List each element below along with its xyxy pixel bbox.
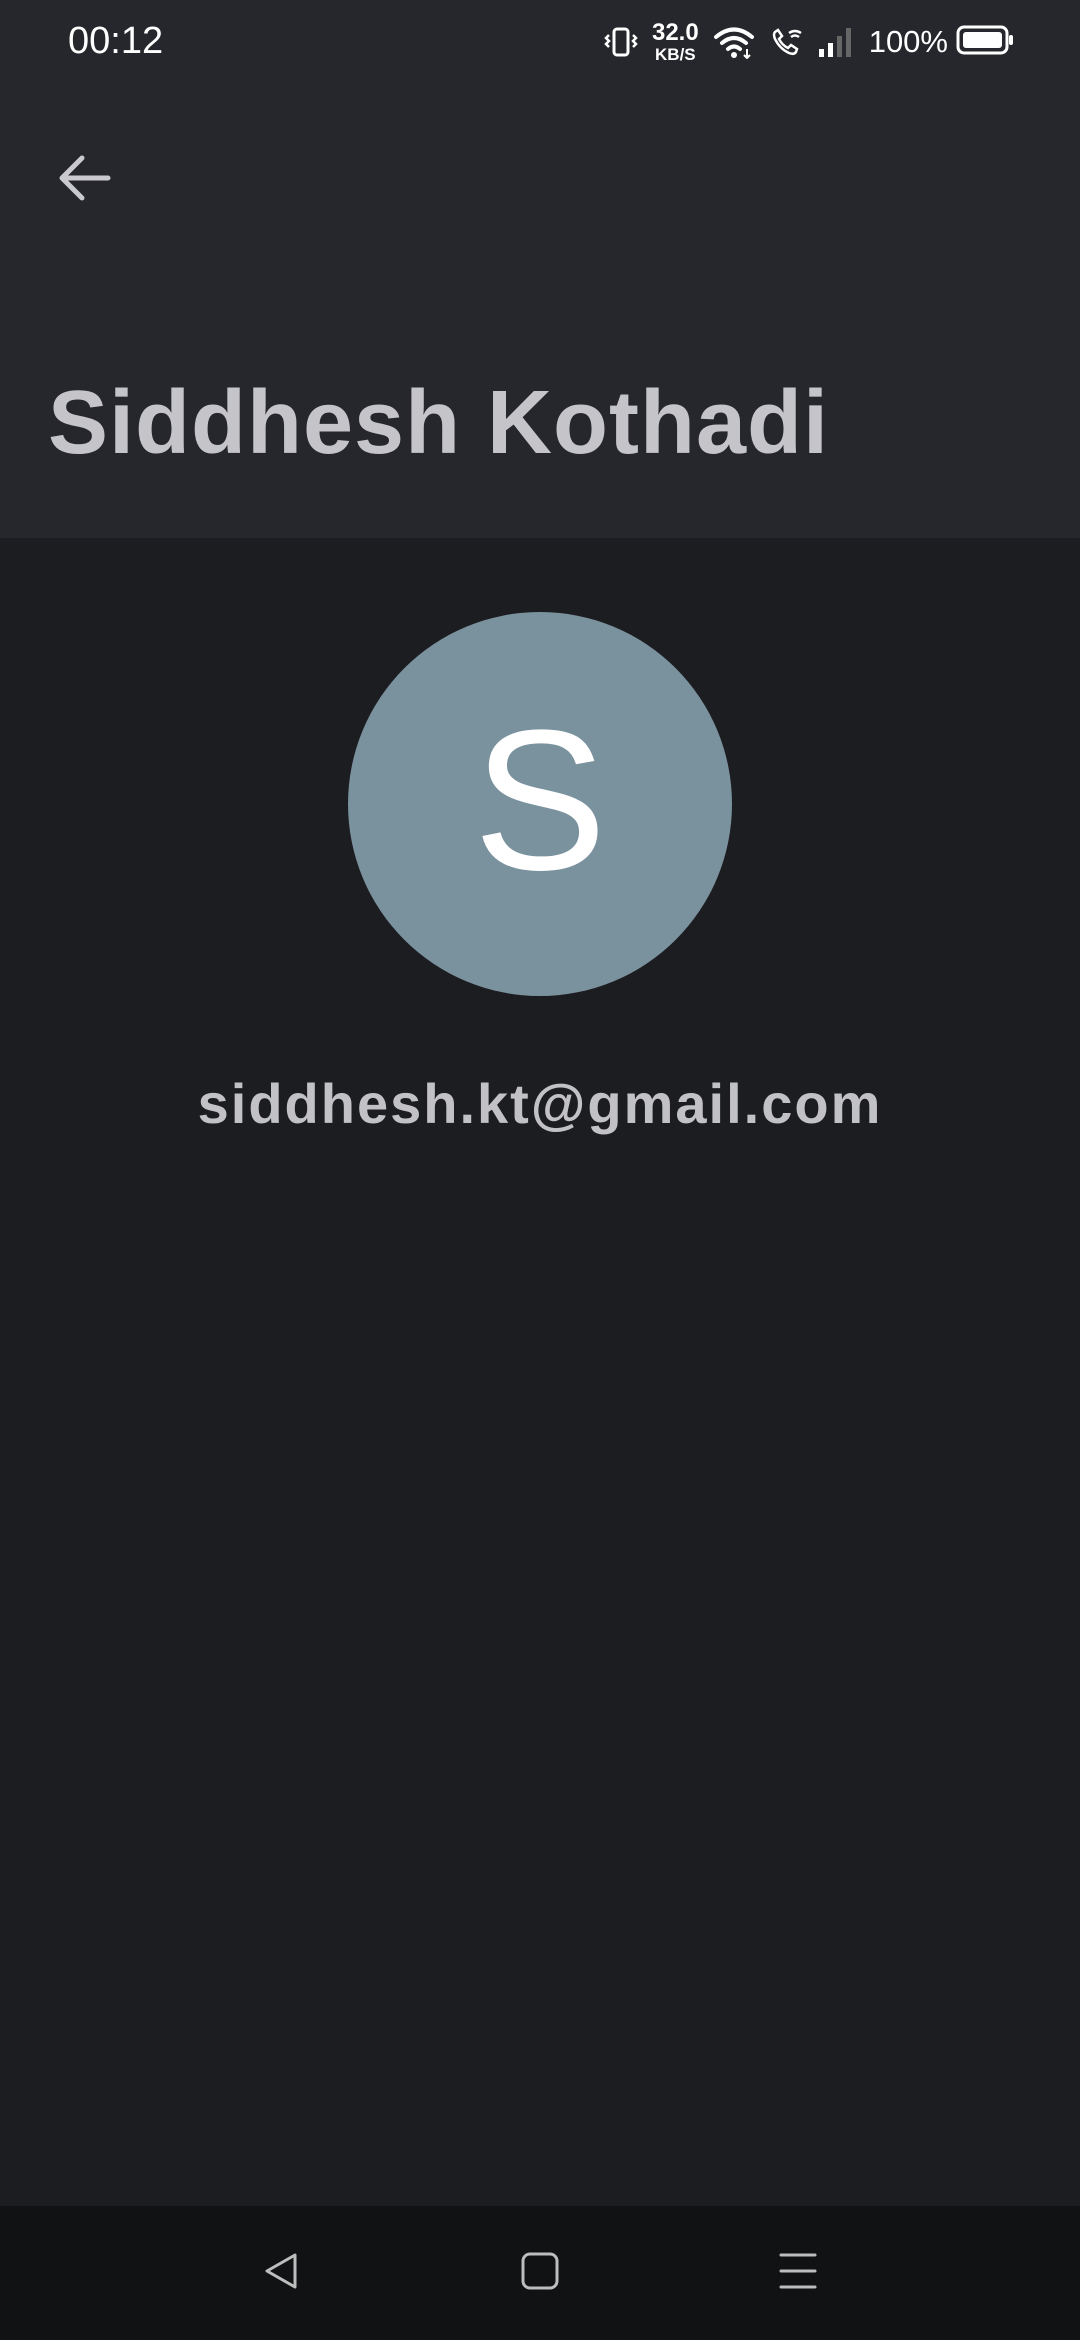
- nav-back-button[interactable]: [236, 2228, 326, 2318]
- status-bar: 00:12 32.0 KB/S 100%: [0, 0, 1080, 82]
- page-title: Siddhesh Kothadi: [48, 373, 829, 473]
- app-header: 00:12 32.0 KB/S 100% Siddhesh Kothadi: [0, 0, 1080, 538]
- battery-icon: [956, 24, 1014, 61]
- network-speed-value: 32.0: [651, 19, 699, 46]
- network-speed: 32.0 KB/S: [651, 19, 699, 64]
- system-nav-bar: [0, 2206, 1080, 2340]
- nav-recents-button[interactable]: [753, 2228, 843, 2318]
- status-time: 00:12: [68, 20, 164, 62]
- wifi-calling-icon: [769, 26, 803, 58]
- back-triangle-icon: [259, 2249, 303, 2298]
- signal-icon: [817, 25, 855, 59]
- arrow-left-icon: [56, 152, 112, 209]
- battery-percent: 100%: [868, 24, 948, 59]
- status-icons: 32.0 KB/S 100%: [590, 18, 1014, 66]
- wifi-icon: [713, 25, 755, 59]
- network-speed-unit: KB/S: [655, 45, 696, 64]
- back-button[interactable]: [42, 138, 126, 222]
- vibrate-icon: [604, 26, 638, 58]
- nav-home-button[interactable]: [495, 2228, 585, 2318]
- home-square-icon: [518, 2249, 562, 2298]
- avatar: S: [348, 612, 732, 996]
- avatar-letter: S: [473, 689, 607, 912]
- recents-menu-icon: [776, 2249, 820, 2298]
- email-address: siddhesh.kt@gmail.com: [197, 1072, 883, 1135]
